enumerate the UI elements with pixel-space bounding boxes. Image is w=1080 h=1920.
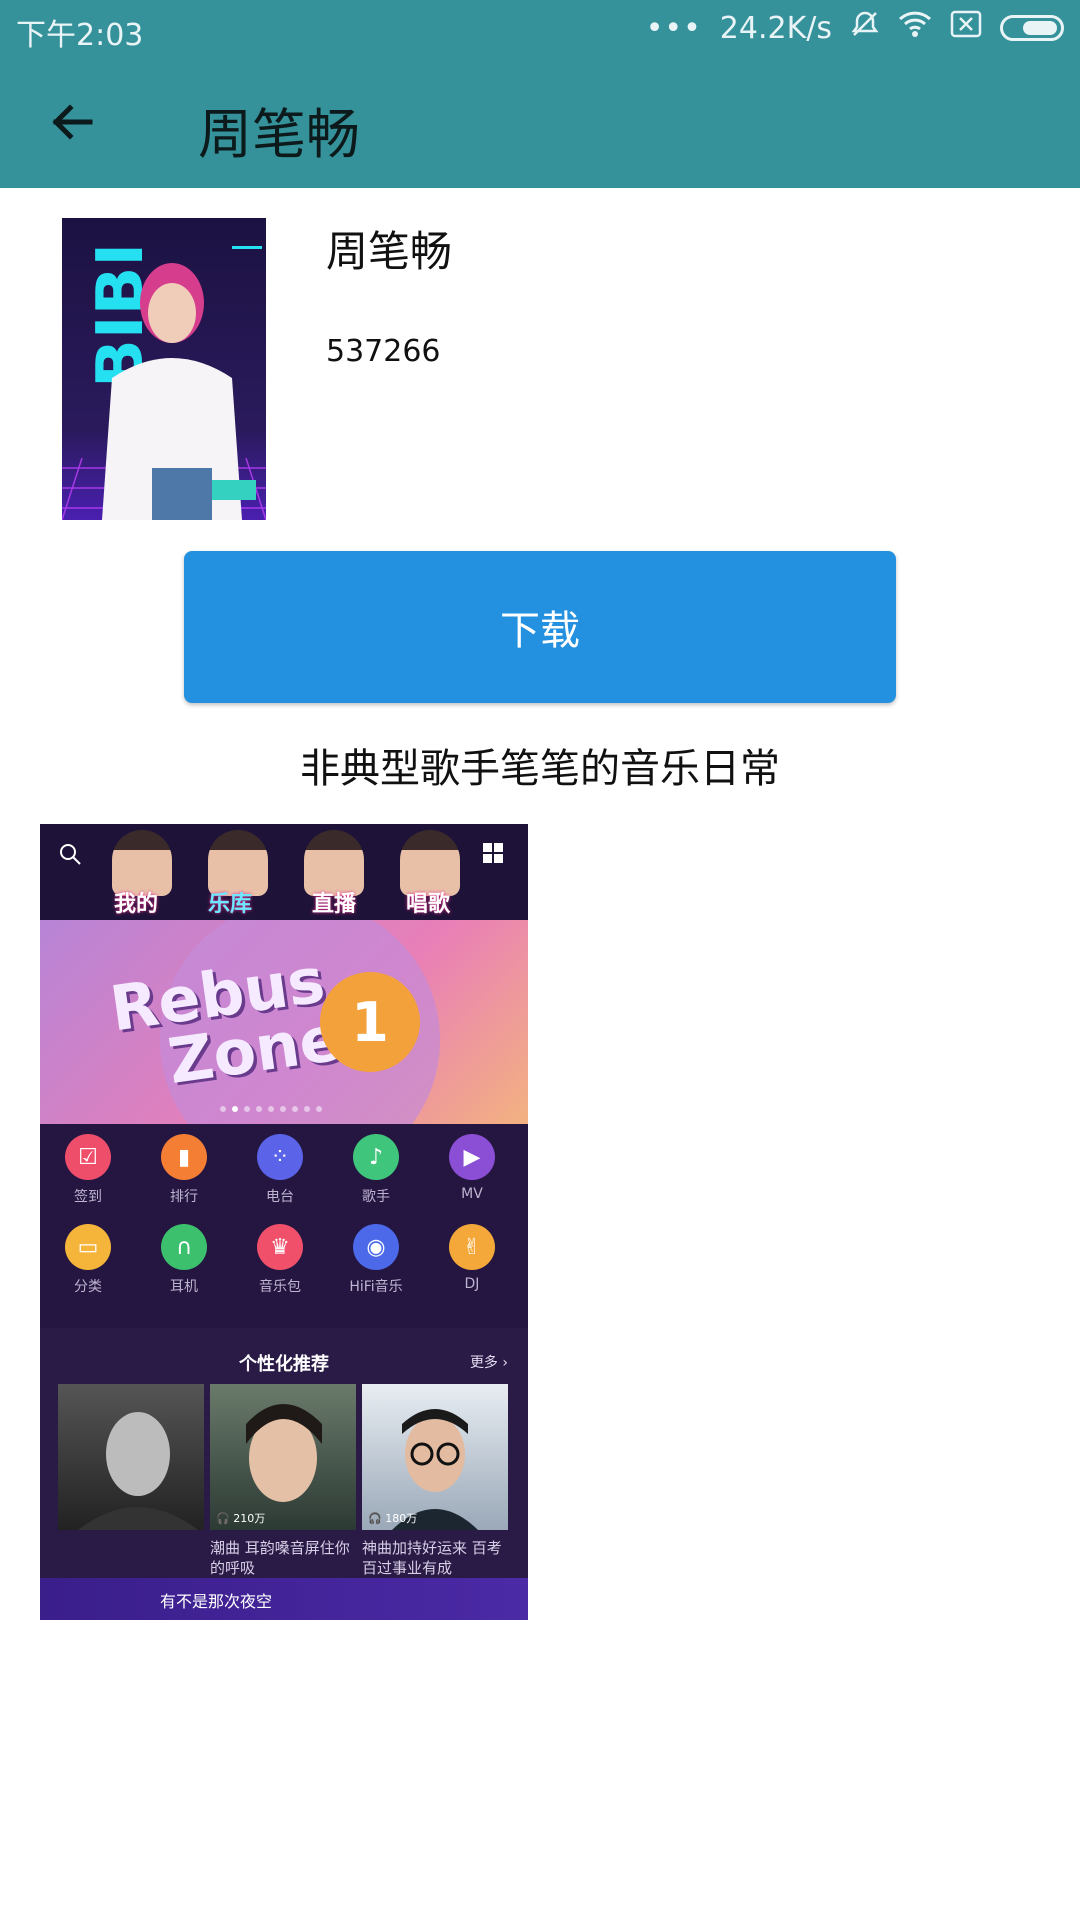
dj-icon: ✌: [449, 1224, 495, 1270]
recommend-card: 🎧 210万: [210, 1384, 356, 1530]
app-description: 非典型歌手笔笔的音乐日常: [300, 746, 780, 792]
tab-sing: 唱歌: [406, 892, 451, 917]
recommend-caption: 潮曲 耳韵嗓音屏住你的呼吸: [210, 1539, 350, 1577]
network-speed: 24.2K/s: [719, 10, 832, 46]
recommend-card: 🎧 180万: [362, 1384, 508, 1530]
banner-title: Rebus Zone: [105, 943, 346, 1098]
grid-item-rank: ▮ 排行: [136, 1134, 232, 1206]
page-title: 周笔畅: [198, 103, 360, 166]
app-screenshot: 我的 乐库 直播 唱歌 Rebus Zone 1 ☑ 签到 ▮ 排行 ⁘ 电台 …: [40, 824, 528, 1620]
banner-badge: 1: [320, 972, 420, 1072]
now-playing-bar: 有不是那次夜空: [40, 1578, 528, 1620]
grid-menu-icon: [483, 843, 503, 863]
play-count: 🎧 210万: [216, 1512, 266, 1525]
banner-pagination: [220, 1106, 322, 1112]
recommend-title: 个性化推荐: [239, 1354, 329, 1375]
mute-icon: [850, 9, 880, 47]
recommend-more: 更多 ›: [469, 1355, 508, 1371]
search-icon: [60, 844, 81, 865]
grid-item-checkin: ☑ 签到: [40, 1134, 136, 1206]
headphones-icon: ∩: [161, 1224, 207, 1270]
back-button[interactable]: [40, 90, 104, 154]
portrait-image: [78, 1412, 198, 1530]
tab-live: 直播: [312, 892, 357, 917]
artist-cover-image: BIBI: [62, 218, 266, 520]
screenshot-recommend-section: 个性化推荐 更多 › 🎧 210万 🎧 180万 潮曲 耳韵嗓音屏住你的呼吸 神…: [40, 1328, 528, 1620]
screenshot-banner: Rebus Zone 1: [40, 920, 528, 1124]
grid-item-mv: ▶ MV: [424, 1134, 520, 1202]
hifi-icon: ◉: [353, 1224, 399, 1270]
portrait-image: [392, 1409, 478, 1530]
radio-icon: ⁘: [257, 1134, 303, 1180]
status-icons: ••• 24.2K/s: [646, 8, 1064, 48]
grid-item-music-pack: ♛ 音乐包: [232, 1224, 328, 1296]
battery-icon: [1000, 15, 1064, 41]
play-count: 🎧 180万: [368, 1512, 418, 1525]
grid-item-radio: ⁘ 电台: [232, 1134, 328, 1206]
singer-icon: ♪: [353, 1134, 399, 1180]
grid-item-singer: ♪ 歌手: [328, 1134, 424, 1206]
category-icon: ▭: [65, 1224, 111, 1270]
more-dots: •••: [645, 10, 702, 46]
screenshot-header: 我的 乐库 直播 唱歌: [40, 824, 528, 920]
recommend-caption: 神曲加持好运来 百考百过事业有成: [362, 1539, 502, 1577]
artist-count: 537266: [326, 334, 441, 369]
grid-item-category: ▭ 分类: [40, 1224, 136, 1296]
grid-item-hifi: ◉ HiFi音乐: [328, 1224, 424, 1296]
grid-item-dj: ✌ DJ: [424, 1224, 520, 1292]
download-button[interactable]: 下载: [184, 551, 896, 703]
artist-name: 周笔畅: [326, 227, 453, 276]
portrait-image: [246, 1404, 322, 1502]
screenshot-feature-grid: ☑ 签到 ▮ 排行 ⁘ 电台 ♪ 歌手 ▶ MV ▭ 分类 ∩ 耳机 ♛ 音乐包: [40, 1134, 528, 1314]
recommend-card: [58, 1384, 204, 1530]
rank-icon: ▮: [161, 1134, 207, 1180]
app-bar: 周笔畅: [0, 56, 1080, 188]
grid-item-headphones: ∩ 耳机: [136, 1224, 232, 1296]
status-bar: 下午2:03 ••• 24.2K/s: [0, 0, 1080, 56]
status-time: 下午2:03: [16, 18, 144, 53]
tab-mine: 我的: [114, 892, 159, 917]
wifi-icon: [898, 10, 932, 46]
tab-library: 乐库: [208, 892, 253, 917]
arrow-left-icon: [52, 104, 93, 140]
play-icon: ▶: [449, 1134, 495, 1180]
checkin-icon: ☑: [65, 1134, 111, 1180]
sim-off-icon: [950, 10, 982, 46]
crown-icon: ♛: [257, 1224, 303, 1270]
